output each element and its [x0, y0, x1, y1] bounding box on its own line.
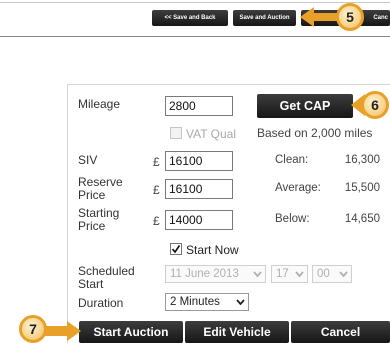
start-now-label: Start Now: [186, 243, 239, 257]
callout-arrow-7-icon: [45, 321, 81, 341]
scheduled-date-value: 11 June 2013: [170, 268, 239, 280]
average-label: Average:: [275, 182, 321, 194]
scheduled-minute-select[interactable]: 00: [312, 265, 352, 283]
reserve-currency: £: [153, 183, 160, 197]
cancel-button[interactable]: Cancel: [291, 321, 390, 343]
scheduled-hour-select[interactable]: 17: [271, 265, 308, 283]
chevron-down-icon: [339, 271, 348, 277]
starting-currency: £: [153, 214, 160, 228]
save-and-auction-button[interactable]: Save and Auction: [233, 10, 296, 26]
scheduled-date-select[interactable]: 11 June 2013: [165, 265, 266, 283]
average-value: 15,500: [344, 182, 380, 194]
vat-qual-label: VAT Qual: [186, 127, 237, 141]
duration-label: Duration: [78, 296, 124, 310]
save-and-back-button[interactable]: << Save and Back: [152, 10, 228, 26]
callout-number: 6: [371, 97, 379, 113]
chevron-down-icon: [253, 271, 262, 277]
checkmark-icon: [171, 245, 181, 254]
below-label: Below:: [275, 213, 310, 225]
scheduled-minute-value: 00: [317, 268, 330, 280]
siv-currency: £: [153, 155, 160, 169]
clean-value: 16,300: [344, 154, 380, 166]
starting-price-input[interactable]: 14000: [165, 210, 233, 230]
scheduled-hour-value: 17: [276, 268, 289, 280]
start-now-checkbox[interactable]: [170, 243, 182, 255]
siv-label: SIV: [78, 153, 98, 167]
get-cap-button[interactable]: Get CAP: [257, 94, 353, 118]
vat-qual-checkbox[interactable]: [170, 127, 182, 139]
toolbar-divider: [0, 36, 390, 37]
below-value: 14,650: [344, 213, 380, 225]
callout-number: 7: [29, 321, 37, 337]
callout-badge-6: 6: [361, 91, 389, 119]
edit-vehicle-button[interactable]: Edit Vehicle: [185, 321, 289, 343]
reserve-price-label-line2: Price: [78, 188, 106, 202]
clean-label: Clean:: [275, 154, 309, 166]
duration-select[interactable]: 2 Minutes: [165, 293, 249, 311]
chevron-down-icon: [236, 299, 245, 305]
siv-input[interactable]: 16100: [165, 151, 233, 171]
start-auction-button[interactable]: Start Auction: [79, 321, 183, 343]
callout-badge-7: 7: [19, 315, 47, 343]
scheduled-start-label-line2: Start: [78, 277, 104, 291]
based-on-text: Based on 2,000 miles: [257, 126, 373, 140]
mileage-input[interactable]: 2800: [165, 96, 233, 116]
duration-value: 2 Minutes: [170, 296, 220, 308]
callout-number: 5: [346, 9, 354, 25]
mileage-label: Mileage: [78, 97, 121, 111]
callout-badge-5: 5: [336, 3, 364, 31]
top-divider: [0, 2, 390, 3]
chevron-down-icon: [295, 271, 304, 277]
starting-price-label-line2: Price: [78, 219, 106, 233]
toolbar-cancel-label: Canc: [373, 15, 388, 21]
reserve-price-input[interactable]: 16100: [165, 179, 233, 199]
